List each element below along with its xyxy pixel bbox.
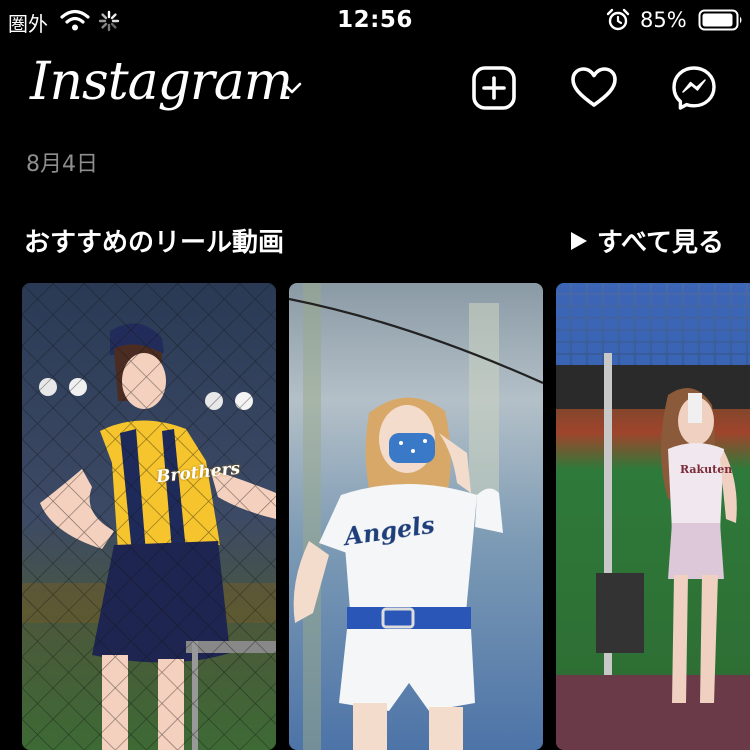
date-label: 8月4日 [26, 152, 98, 177]
see-all-button[interactable]: すべて見る [569, 222, 724, 259]
plus-square-icon [472, 66, 516, 110]
messenger-icon [672, 66, 716, 110]
play-icon [570, 231, 587, 250]
activity-button[interactable] [570, 64, 618, 112]
see-all-label: すべて見る [596, 228, 724, 258]
status-bar: 圏外 12:56 85% [0, 0, 750, 42]
instagram-screen: 圏外 12:56 85% Instagram 8月4日 おすすめのリール動画 す… [0, 0, 750, 750]
reel-card[interactable]: Angels [289, 283, 543, 750]
battery-icon [698, 9, 742, 31]
heart-icon [571, 67, 617, 107]
battery-percentage: 85% [640, 8, 687, 32]
clock-time: 12:56 [337, 7, 413, 33]
instagram-logo[interactable]: Instagram [30, 50, 293, 114]
reel-thumbnail [556, 283, 750, 750]
reel-thumbnail [289, 283, 543, 750]
alarm-icon [606, 8, 630, 31]
new-post-button[interactable] [470, 64, 518, 112]
reel-card[interactable]: Brothers [22, 283, 276, 750]
reels-section-title: おすすめのリール動画 [24, 228, 285, 258]
chevron-down-icon[interactable] [280, 76, 304, 100]
messenger-button[interactable] [670, 64, 718, 112]
reel-card[interactable]: Rakuten [556, 283, 750, 750]
reel-thumbnail [22, 283, 276, 750]
